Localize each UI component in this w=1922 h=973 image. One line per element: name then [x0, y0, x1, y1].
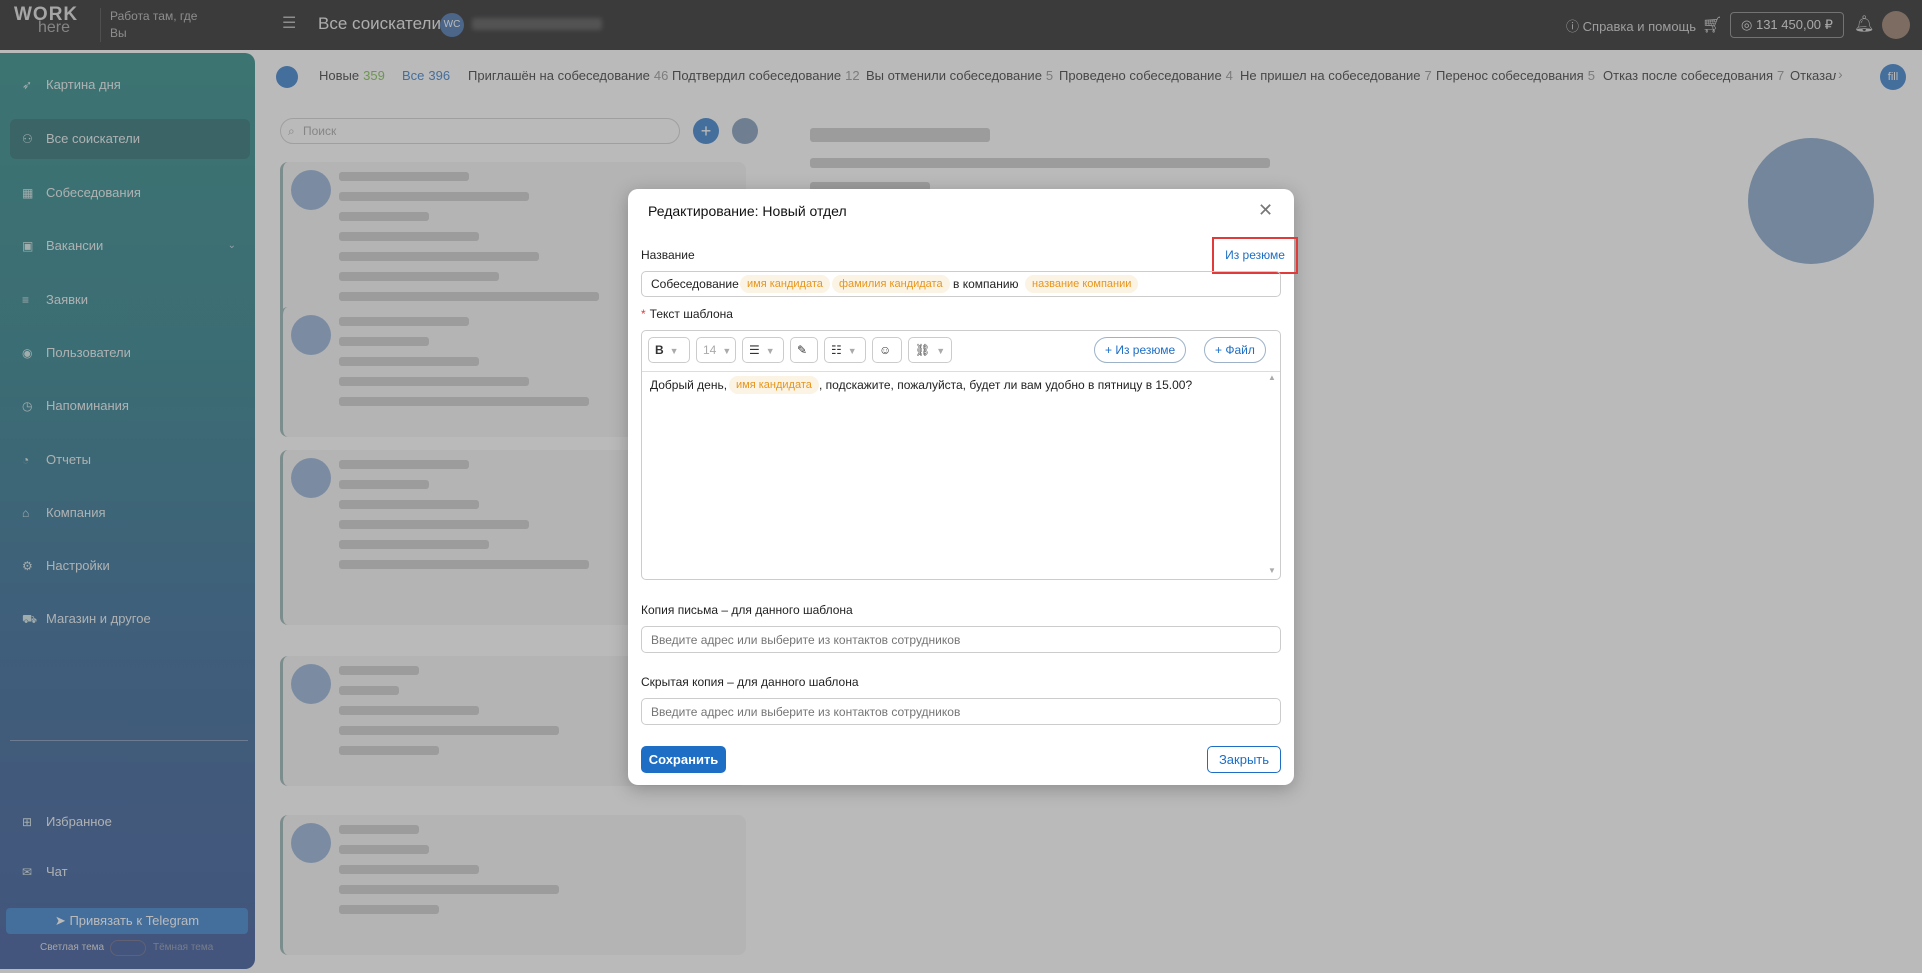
scroll-down-icon[interactable]: ▼ [1268, 566, 1276, 575]
attach-file-button[interactable]: + Файл [1204, 337, 1266, 363]
align-select[interactable]: ☰ ▼ [742, 337, 784, 363]
modal-title: Редактирование: Новый отдел [648, 203, 847, 219]
chevron-down-icon: ▼ [722, 346, 732, 356]
bold-label: B [655, 343, 664, 357]
template-label-text: Текст шаблона [649, 307, 733, 321]
variable-tag-last-name[interactable]: фамилия кандидата [832, 275, 950, 293]
text-color-button[interactable]: ✎ [790, 337, 818, 363]
pen-icon: ✎ [797, 343, 808, 357]
link-select[interactable]: ⛓ ▼ [908, 337, 952, 363]
bcc-label: Скрытая копия – для данного шаблона [641, 675, 859, 689]
variable-tag-first-name[interactable]: имя кандидата [729, 376, 819, 394]
template-label: * Текст шаблона [641, 307, 733, 321]
variable-tag-first-name[interactable]: имя кандидата [740, 275, 830, 293]
name-text: Собеседование [651, 277, 739, 291]
chevron-down-icon: ▼ [847, 346, 857, 356]
template-editor[interactable] [641, 330, 1281, 580]
chevron-down-icon: ▼ [669, 346, 679, 356]
scroll-up-icon[interactable]: ▲ [1268, 373, 1276, 382]
list-select[interactable]: ☷ ▼ [824, 337, 866, 363]
chevron-down-icon: ▼ [936, 346, 946, 356]
font-size-value: 14 [703, 343, 717, 357]
font-size-select[interactable]: 14 ▼ [696, 337, 736, 363]
chevron-down-icon: ▼ [765, 346, 775, 356]
link-icon: ⛓ [915, 343, 931, 357]
bold-button[interactable]: B ▼ [648, 337, 690, 363]
from-resume-link[interactable]: Из резюме [1212, 237, 1298, 274]
save-button[interactable]: Сохранить [641, 746, 726, 773]
align-left-icon: ☰ [749, 343, 760, 357]
name-text: в компанию [953, 277, 1019, 291]
template-body-text: , подскажите, пожалуйста, будет ли вам у… [819, 378, 1193, 392]
required-marker: * [641, 307, 646, 321]
name-label: Название [641, 248, 695, 262]
copy-email-input[interactable] [641, 626, 1281, 653]
emoji-button[interactable]: ☺ [872, 337, 902, 363]
bcc-email-input[interactable] [641, 698, 1281, 725]
variable-tag-company[interactable]: название компании [1025, 275, 1139, 293]
close-icon[interactable]: ✕ [1258, 201, 1273, 219]
copy-label: Копия письма – для данного шаблона [641, 603, 853, 617]
insert-from-resume-button[interactable]: + Из резюме [1094, 337, 1187, 363]
smile-icon: ☺ [879, 343, 892, 357]
template-body-text: Добрый день, [650, 378, 728, 392]
bullet-list-icon: ☷ [831, 343, 842, 357]
close-button[interactable]: Закрыть [1207, 746, 1281, 773]
editor-toolbar-divider [642, 371, 1280, 372]
